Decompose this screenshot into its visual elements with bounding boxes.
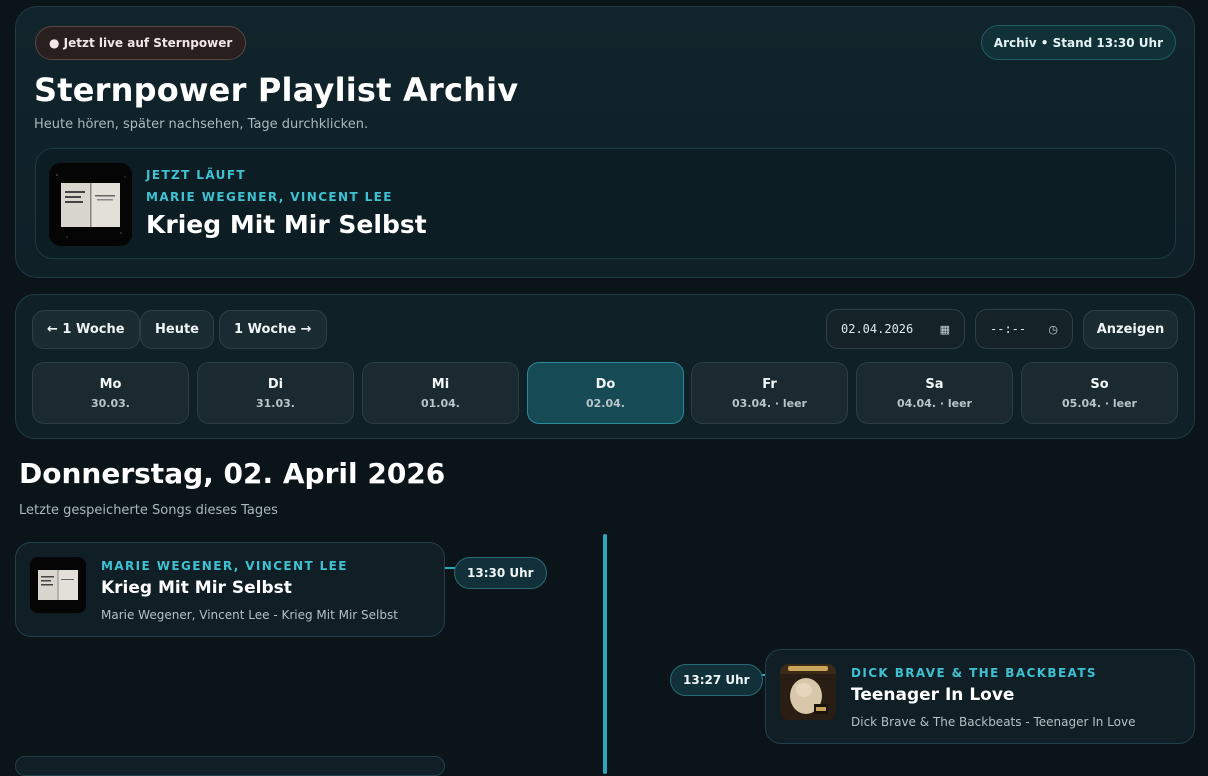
- day-subtitle: Letzte gespeicherte Songs dieses Tages: [19, 503, 278, 518]
- track-card[interactable]: MARIE WEGENER, VINCENT LEE Krieg Mit Mir…: [15, 542, 445, 637]
- day-tab-date: 31.03.: [256, 397, 295, 410]
- track-card-partial[interactable]: [15, 756, 445, 776]
- day-tab-so[interactable]: So 05.04. · leer: [1021, 362, 1178, 424]
- timeline-axis: [603, 534, 607, 774]
- time-input-value: --:--: [990, 322, 1027, 336]
- hero-panel: ● Jetzt live auf Sternpower Archiv • Sta…: [15, 6, 1195, 278]
- date-input-value: 02.04.2026: [841, 322, 914, 336]
- day-tab-sa[interactable]: Sa 04.04. · leer: [856, 362, 1013, 424]
- track-title: Teenager In Love: [851, 685, 1015, 705]
- day-tab-do[interactable]: Do 02.04.: [527, 362, 684, 424]
- today-button[interactable]: Heute: [140, 310, 214, 349]
- day-heading: Donnerstag, 02. April 2026: [19, 457, 446, 490]
- page-title: Sternpower Playlist Archiv: [34, 71, 519, 109]
- day-tab-name: So: [1090, 377, 1109, 392]
- album-cover-image: [780, 664, 836, 720]
- time-input[interactable]: --:-- ◷: [975, 309, 1073, 349]
- album-cover-image: [30, 557, 86, 613]
- day-tab-date: 02.04.: [586, 397, 625, 410]
- date-navigation-panel: ← 1 Woche Heute 1 Woche → 02.04.2026 ▦ -…: [15, 294, 1195, 439]
- next-week-button[interactable]: 1 Woche →: [219, 310, 327, 349]
- archive-status-badge: Archiv • Stand 13:30 Uhr: [980, 25, 1176, 60]
- calendar-icon[interactable]: ▦: [940, 323, 950, 336]
- track-card[interactable]: DICK BRAVE & THE BACKBEATS Teenager In L…: [765, 649, 1195, 744]
- day-tab-fr[interactable]: Fr 03.04. · leer: [691, 362, 848, 424]
- clock-icon[interactable]: ◷: [1048, 323, 1058, 336]
- track-artist: DICK BRAVE & THE BACKBEATS: [851, 666, 1097, 680]
- day-tab-date: 30.03.: [91, 397, 130, 410]
- now-playing-card: JETZT LÄUFT MARIE WEGENER, VINCENT LEE K…: [35, 148, 1176, 259]
- day-tab-di[interactable]: Di 31.03.: [197, 362, 354, 424]
- day-tab-name: Mo: [99, 377, 122, 392]
- day-tab-date: 04.04. · leer: [897, 397, 972, 410]
- day-tab-date: 01.04.: [421, 397, 460, 410]
- day-tab-name: Mi: [431, 377, 450, 392]
- album-cover-image: [49, 163, 132, 246]
- live-badge[interactable]: ● Jetzt live auf Sternpower: [35, 26, 247, 60]
- track-title: Krieg Mit Mir Selbst: [101, 578, 292, 598]
- track-description: Dick Brave & The Backbeats - Teenager In…: [851, 715, 1136, 729]
- show-button[interactable]: Anzeigen: [1083, 310, 1178, 349]
- day-tab-name: Di: [267, 377, 284, 392]
- day-tab-date: 05.04. · leer: [1062, 397, 1137, 410]
- now-playing-artist: MARIE WEGENER, VINCENT LEE: [146, 190, 393, 204]
- day-tab-mi[interactable]: Mi 01.04.: [362, 362, 519, 424]
- day-tab-mo[interactable]: Mo 30.03.: [32, 362, 189, 424]
- track-artist: MARIE WEGENER, VINCENT LEE: [101, 559, 348, 573]
- date-input[interactable]: 02.04.2026 ▦: [826, 309, 965, 349]
- page-subtitle: Heute hören, später nachsehen, Tage durc…: [34, 117, 369, 132]
- now-playing-label: JETZT LÄUFT: [146, 168, 247, 182]
- track-time-badge: 13:30 Uhr: [454, 557, 547, 589]
- now-playing-title: Krieg Mit Mir Selbst: [146, 210, 427, 239]
- track-description: Marie Wegener, Vincent Lee - Krieg Mit M…: [101, 608, 398, 622]
- prev-week-button[interactable]: ← 1 Woche: [32, 310, 140, 349]
- day-tab-name: Sa: [925, 377, 944, 392]
- day-tab-name: Fr: [762, 377, 777, 392]
- day-tab-name: Do: [595, 377, 616, 392]
- day-tab-date: 03.04. · leer: [732, 397, 807, 410]
- track-time-badge: 13:27 Uhr: [670, 664, 763, 696]
